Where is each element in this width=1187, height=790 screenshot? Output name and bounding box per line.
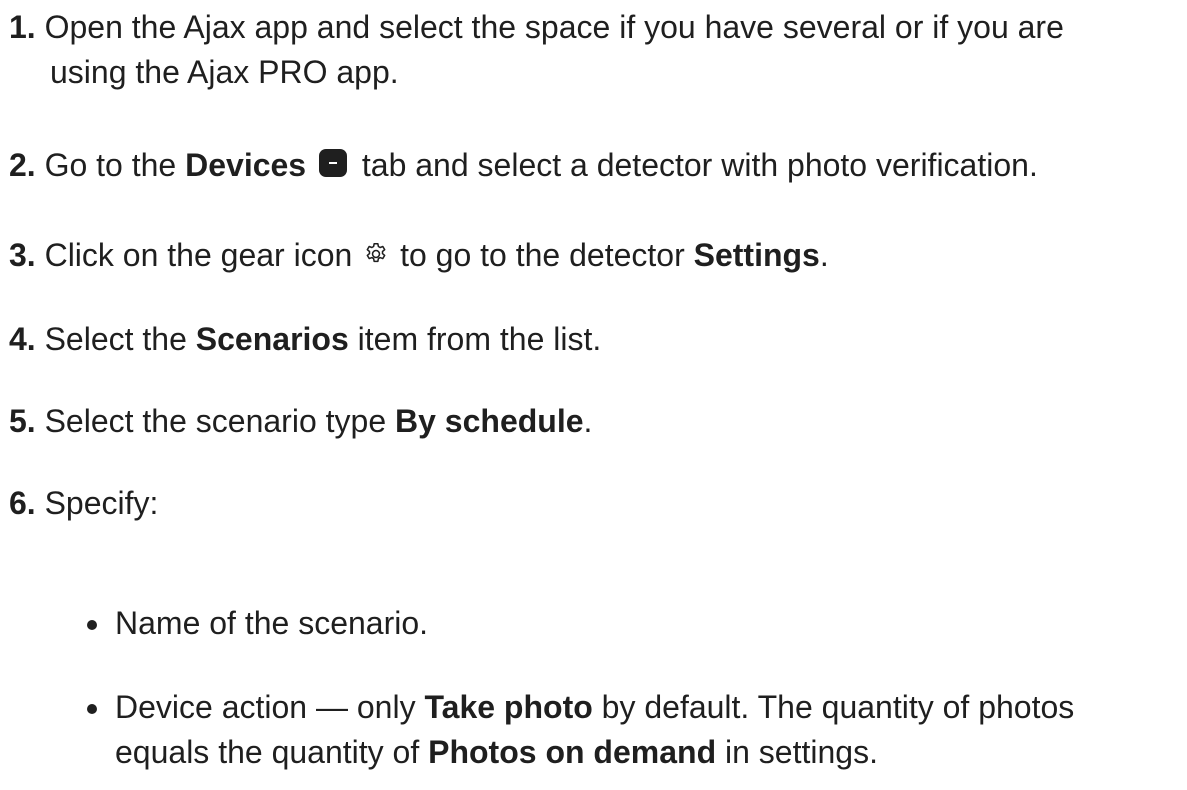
step-text: to go to the detector — [391, 237, 694, 273]
bullet-text-end: in settings. — [716, 734, 878, 770]
step-2: 2. Go to the Devices tab and select a de… — [9, 143, 1179, 188]
step-text: Select the scenario type — [44, 403, 395, 439]
settings-label: Settings — [693, 237, 820, 273]
step-number: 6. — [9, 485, 36, 521]
step-number: 2. — [9, 147, 36, 183]
list-item: Name of the scenario. — [9, 601, 1179, 646]
step-text: Select the — [44, 321, 196, 357]
bullet-text: Name of the scenario. — [115, 605, 429, 641]
step-text: Specify: — [44, 485, 159, 521]
take-photo-label: Take photo — [424, 689, 593, 725]
step-text-end: item from the list. — [348, 321, 602, 357]
photos-on-demand-label: Photos on demand — [428, 734, 717, 770]
step-number: 1. — [9, 9, 36, 45]
specify-list: Name of the scenario. Device action — on… — [9, 601, 1179, 775]
bullet-text: Device action — only — [115, 689, 425, 725]
step-4: 4. Select the Scenarios item from the li… — [9, 317, 1179, 362]
gear-icon — [366, 242, 386, 263]
devices-tab-icon — [318, 149, 347, 177]
step-text: Click on the gear icon — [44, 237, 362, 273]
step-6: 6. Specify: — [9, 481, 1179, 526]
scenarios-label: Scenarios — [195, 321, 349, 357]
step-number: 5. — [9, 403, 36, 439]
step-5: 5. Select the scenario type By schedule. — [9, 399, 1179, 444]
step-3: 3. Click on the gear icon to go to the d… — [9, 233, 1179, 278]
step-text: Open the Ajax app and select the space i… — [44, 9, 1064, 45]
bullet-text: by default. The quantity of photos — [592, 689, 1075, 725]
step-text-continued: using the Ajax PRO app. — [50, 54, 399, 90]
devices-label: Devices — [185, 147, 307, 183]
list-item: Device action — only Take photo by defau… — [9, 685, 1179, 775]
step-text: tab and select a detector with photo ver… — [352, 147, 1038, 183]
step-1: 1. Open the Ajax app and select the spac… — [9, 5, 1179, 95]
step-text-end: . — [819, 237, 829, 273]
step-text: Go to the — [44, 147, 186, 183]
step-text-end: . — [583, 403, 593, 439]
step-number: 4. — [9, 321, 36, 357]
bullet-text-continued: equals the quantity of — [115, 734, 429, 770]
step-number: 3. — [9, 237, 36, 273]
by-schedule-label: By schedule — [395, 403, 584, 439]
